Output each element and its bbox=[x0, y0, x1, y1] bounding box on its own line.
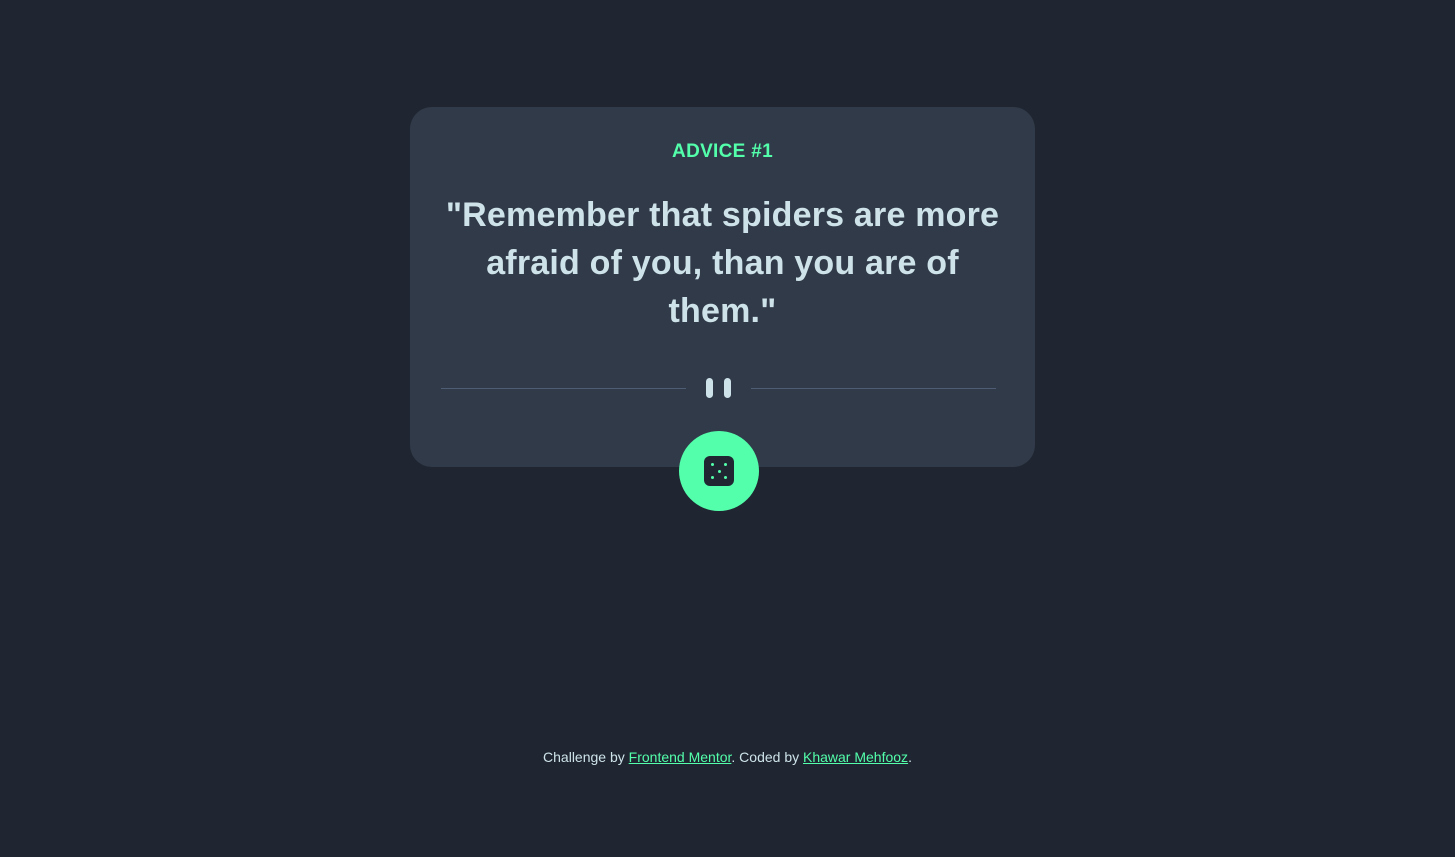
advice-quote: "Remember that spiders are more afraid o… bbox=[445, 196, 1000, 330]
divider bbox=[441, 377, 996, 399]
footer-suffix: . bbox=[908, 749, 912, 765]
advice-card: ADVICE #1 "Remember that spiders are mor… bbox=[410, 107, 1035, 467]
divider-line-right bbox=[751, 388, 996, 389]
footer-attribution: Challenge by Frontend Mentor. Coded by K… bbox=[0, 749, 1455, 765]
footer-middle: . Coded by bbox=[731, 749, 803, 765]
footer-prefix: Challenge by bbox=[543, 749, 629, 765]
author-link[interactable]: Khawar Mehfooz bbox=[803, 749, 908, 765]
advice-number: ADVICE #1 bbox=[672, 141, 773, 162]
frontend-mentor-link[interactable]: Frontend Mentor bbox=[629, 749, 732, 765]
dice-icon bbox=[704, 456, 734, 486]
pause-icon bbox=[705, 377, 733, 399]
divider-line-left bbox=[441, 388, 686, 389]
new-advice-button[interactable] bbox=[679, 431, 759, 511]
